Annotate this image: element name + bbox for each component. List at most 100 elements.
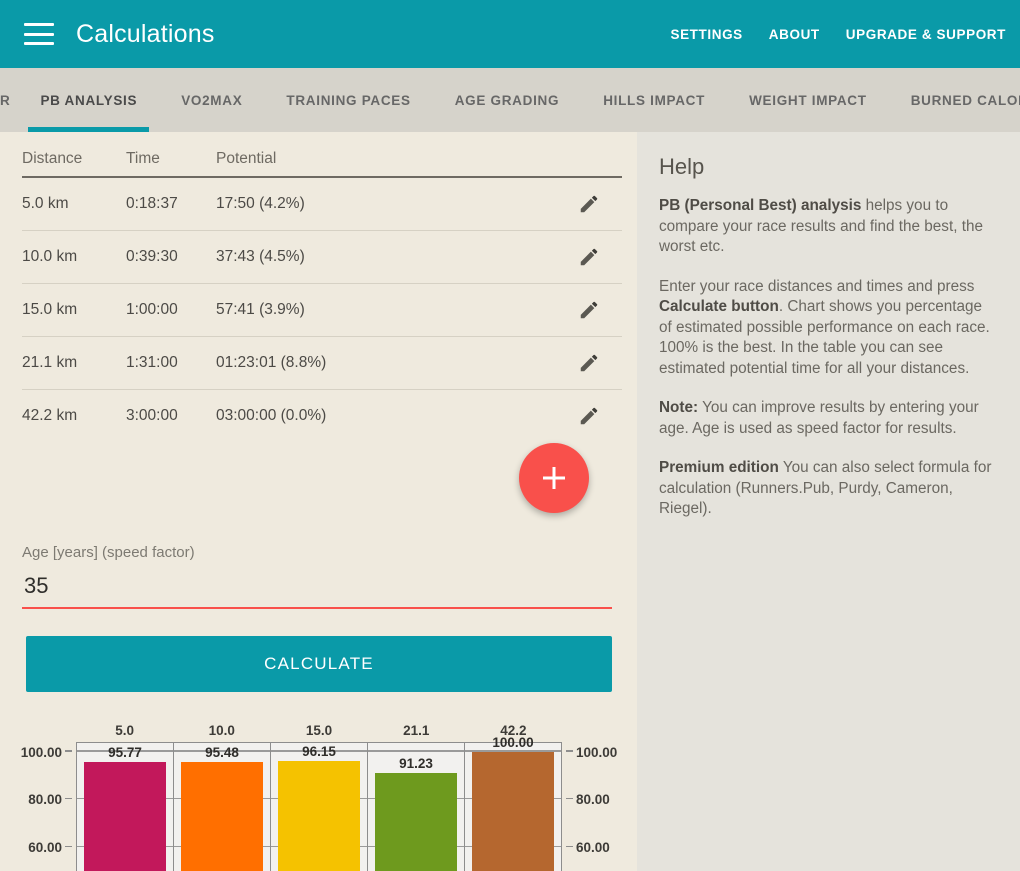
help-pane: Help PB (Personal Best) analysis helps y… (637, 132, 1020, 871)
chart-column: 95.77 (77, 743, 174, 871)
chart-y-axis-right: 100.00 80.00 60.00 (566, 742, 637, 871)
cell-time: 1:00:00 (126, 283, 216, 337)
chart-columns: 95.77 95.48 96.15 91.23 100.00 (77, 735, 561, 871)
tab-training-paces[interactable]: TRAINING PACES (264, 68, 432, 132)
hamburger-menu-icon[interactable] (24, 23, 54, 45)
pencil-icon[interactable] (578, 405, 600, 427)
chart-y-tick-label: 80.00 (576, 792, 610, 808)
help-paragraph: Note: You can improve results by enterin… (659, 399, 979, 437)
chart-column: 100.00 (465, 735, 561, 871)
chart-y-tick-label: 100.00 (20, 744, 62, 760)
tab-burned-calories[interactable]: BURNED CALORIES (889, 68, 1020, 132)
chart-x-tick-label: 15.0 (305, 723, 333, 738)
pb-analysis-bar-chart: 5.0 10.0 15.0 21.1 42.2 100.00 80.00 60.00 100… (0, 720, 637, 871)
tab-weight-impact[interactable]: WEIGHT IMPACT (727, 68, 889, 132)
app-bar: Calculations SETTINGS ABOUT UPGRADE & SU… (0, 0, 1020, 68)
chart-bar[interactable] (374, 772, 458, 871)
cell-distance: 5.0 km (22, 177, 126, 231)
app-root: Calculations SETTINGS ABOUT UPGRADE & SU… (0, 0, 1020, 871)
column-header-time: Time (126, 146, 216, 178)
add-race-fab-button[interactable] (519, 443, 589, 513)
cell-edit (556, 390, 622, 443)
cell-edit (556, 336, 622, 390)
chart-y-tick-mark (566, 797, 573, 800)
chart-y-tick-mark (65, 797, 72, 800)
chart-bar-value-label: 95.77 (108, 744, 142, 760)
app-title: Calculations (76, 19, 215, 48)
chart-y-tick-mark (566, 845, 573, 848)
cell-distance: 10.0 km (22, 230, 126, 284)
help-title: Help (659, 154, 705, 179)
chart-bar[interactable] (471, 751, 555, 871)
hamburger-bar (24, 42, 54, 45)
cell-distance: 21.1 km (22, 336, 126, 390)
chart-x-tick-label: 5.0 (115, 723, 134, 738)
chart-x-tick-label: 21.1 (403, 723, 430, 738)
hamburger-bar (24, 23, 54, 26)
body-area: Distance Time Potential 5.0 km 0:18:37 17:… (0, 132, 1020, 871)
table-row[interactable]: 15.0 km 1:00:00 57:41 (3.9%) (22, 283, 622, 337)
calculate-button[interactable]: CALCULATE (26, 636, 612, 692)
chart-bar-value-label: 91.23 (399, 755, 433, 771)
cell-distance: 15.0 km (22, 283, 126, 337)
chart-y-axis-left: 100.00 80.00 60.00 (0, 742, 72, 871)
chart-column: 95.48 (174, 743, 271, 871)
cell-time: 3:00:00 (126, 407, 178, 424)
chart-bar-value-label: 96.15 (302, 743, 336, 759)
table-row[interactable]: 10.0 km 0:39:30 37:43 (4.5%) (22, 230, 622, 284)
pencil-icon[interactable] (578, 352, 600, 374)
tab-pb-analysis[interactable]: PB ANALYSIS (18, 68, 159, 132)
pencil-icon[interactable] (578, 246, 600, 268)
cell-potential: 37:43 (4.5%) (216, 230, 556, 284)
cell-potential: 01:23:01 (8.8%) (216, 336, 556, 390)
column-header-distance: Distance (22, 146, 126, 178)
chart-y-tick-mark (65, 845, 72, 848)
table-row[interactable]: 21.1 km 1:31:00 01:23:01 (8.8%) (22, 336, 622, 390)
cell-edit (556, 230, 622, 284)
chart-y-tick-label: 100.00 (576, 744, 618, 760)
chart-y-tick-mark (566, 750, 573, 752)
table-row[interactable]: 5.0 km 0:18:37 17:50 (4.2%) (22, 177, 622, 231)
chart-y-tick-label: 60.00 (28, 840, 62, 856)
age-field-label: Age [years] (speed factor) (22, 544, 195, 561)
tab-bar[interactable]: R PB ANALYSIS VO2MAX TRAINING PACES AGE … (0, 68, 1020, 132)
cell-time: 0:39:30 (126, 230, 216, 284)
cell-edit (556, 283, 622, 337)
column-header-potential: Potential (216, 146, 556, 178)
chart-bar[interactable] (83, 761, 167, 871)
race-results-table: Distance Time Potential 5.0 km 0:18:37 17:… (22, 146, 622, 442)
settings-menu-item[interactable]: SETTINGS (670, 27, 742, 42)
tab-vo2max[interactable]: VO2MAX (159, 68, 264, 132)
tab-partial-left[interactable]: R (0, 68, 18, 132)
help-paragraph: PB (Personal Best) analysis helps you to… (659, 197, 983, 255)
table-body: 5.0 km 0:18:37 17:50 (4.2%) 10.0 km 0:39:30 3… (22, 177, 622, 442)
hamburger-bar (24, 32, 54, 36)
content-pane: Distance Time Potential 5.0 km 0:18:37 17:… (0, 132, 637, 871)
chart-y-tick-label: 60.00 (576, 840, 610, 856)
chart-bar-value-label: 100.00 (492, 734, 534, 750)
chart-y-tick-label: 80.00 (28, 792, 62, 808)
cell-potential: 03:00:00 (0.0%) (216, 407, 327, 424)
help-paragraph: Premium edition You can also select form… (659, 459, 992, 517)
about-menu-item[interactable]: ABOUT (769, 27, 820, 42)
help-body: PB (Personal Best) analysis helps you to… (659, 196, 998, 520)
tab-hills-impact[interactable]: HILLS IMPACT (581, 68, 727, 132)
pencil-icon[interactable] (578, 193, 600, 215)
age-field-block: Age [years] (speed factor) (22, 544, 612, 609)
chart-bar[interactable] (180, 762, 264, 871)
cell-potential: 57:41 (3.9%) (216, 283, 556, 337)
chart-y-tick-mark (65, 750, 72, 752)
cell-edit (556, 177, 622, 231)
age-input[interactable] (22, 573, 612, 609)
table-row[interactable]: 42.2 km 3:00:00 03:00:00 (0.0%) (22, 390, 622, 443)
chart-column: 96.15 (271, 743, 368, 871)
chart-column: 91.23 (368, 743, 465, 871)
cell-distance: 42.2 km (22, 407, 78, 424)
chart-bar-value-label: 95.48 (205, 745, 239, 761)
chart-x-tick-label: 10.0 (208, 723, 235, 738)
column-header-edit (556, 146, 622, 178)
pencil-icon[interactable] (578, 299, 600, 321)
tab-age-grading[interactable]: AGE GRADING (433, 68, 581, 132)
upgrade-support-menu-item[interactable]: UPGRADE & SUPPORT (846, 27, 1006, 42)
chart-bar[interactable] (277, 760, 361, 871)
